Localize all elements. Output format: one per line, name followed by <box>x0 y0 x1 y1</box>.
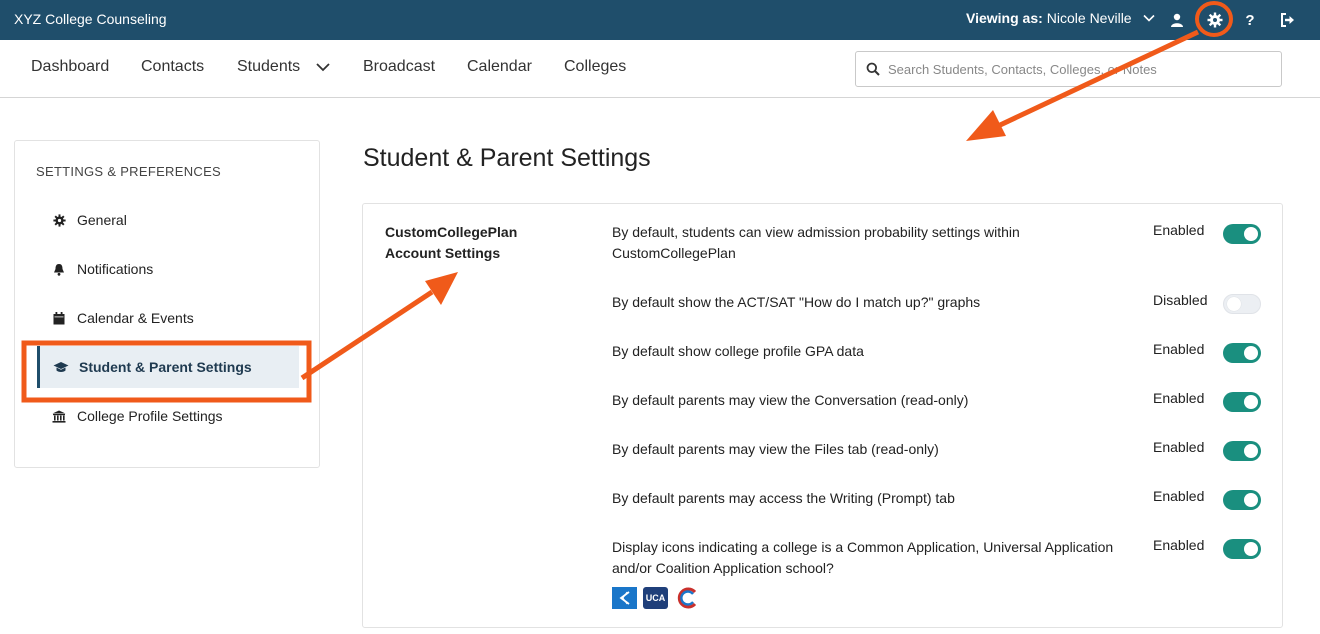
setting-description: Display icons indicating a college is a … <box>612 539 1114 576</box>
graduation-cap-icon <box>53 359 69 375</box>
viewing-as-name: Nicole Neville <box>1046 10 1132 26</box>
brand-name[interactable]: XYZ College Counseling <box>14 11 167 27</box>
gpa-data-toggle[interactable] <box>1223 343 1261 363</box>
students-chevron-down-icon[interactable] <box>315 60 331 79</box>
viewing-as-label: Viewing as: <box>966 10 1043 26</box>
top-bar: XYZ College Counseling Viewing as: Nicol… <box>0 0 1320 40</box>
setting-status: Enabled <box>1153 341 1205 357</box>
nav-students[interactable]: Students <box>237 58 300 76</box>
sidebar-item-student-parent-settings[interactable]: Student & Parent Settings <box>37 346 299 388</box>
search-box[interactable] <box>855 51 1282 87</box>
application-icons-toggle[interactable] <box>1223 539 1261 559</box>
calendar-icon <box>51 310 67 326</box>
setting-description: By default show college profile GPA data <box>612 343 864 359</box>
chevron-down-icon <box>1142 11 1156 25</box>
nav-calendar[interactable]: Calendar <box>467 58 532 76</box>
universal-app-icon: UCA <box>643 587 668 609</box>
sidebar-item-college-profile-settings[interactable]: College Profile Settings <box>37 395 299 437</box>
search-icon <box>866 62 880 76</box>
sidebar-item-label: Calendar & Events <box>77 310 194 326</box>
setting-description: By default parents may view the Conversa… <box>612 392 969 408</box>
gear-icon <box>51 212 67 228</box>
setting-status: Enabled <box>1153 488 1205 504</box>
setting-status: Disabled <box>1153 292 1208 308</box>
setting-status: Enabled <box>1153 439 1205 455</box>
parents-conversation-toggle[interactable] <box>1223 392 1261 412</box>
setting-status: Enabled <box>1153 222 1205 238</box>
setting-status: Enabled <box>1153 537 1205 553</box>
page-title: Student & Parent Settings <box>363 144 651 172</box>
search-input[interactable] <box>888 61 1268 77</box>
setting-description: By default show the ACT/SAT "How do I ma… <box>612 294 981 310</box>
application-icons: UCA <box>612 587 699 609</box>
sidebar-item-label: College Profile Settings <box>77 408 223 424</box>
sidebar-item-notifications[interactable]: Notifications <box>37 248 299 290</box>
main-nav: Dashboard Contacts Students Broadcast Ca… <box>0 40 1320 98</box>
section-label: CustomCollegePlan Account Settings <box>385 224 518 261</box>
admission-probability-toggle[interactable] <box>1223 224 1261 244</box>
bell-icon <box>51 261 67 277</box>
sidebar-item-label: Notifications <box>77 261 154 277</box>
settings-sidebar: SETTINGS & PREFERENCES General Notificat… <box>14 140 320 468</box>
nav-contacts[interactable]: Contacts <box>141 58 204 76</box>
coalition-app-icon <box>674 587 699 609</box>
setting-description: By default parents may access the Writin… <box>612 490 955 506</box>
sidebar-item-label: Student & Parent Settings <box>79 359 252 375</box>
sidebar-item-general[interactable]: General <box>37 199 299 241</box>
act-sat-graphs-toggle[interactable] <box>1223 294 1261 314</box>
setting-description: By default parents may view the Files ta… <box>612 441 939 457</box>
sidebar-item-label: General <box>77 212 127 228</box>
common-app-icon <box>612 587 637 609</box>
viewing-as-dropdown[interactable]: Viewing as: Nicole Neville <box>966 10 1156 26</box>
nav-dashboard[interactable]: Dashboard <box>31 58 109 76</box>
sidebar-item-calendar-events[interactable]: Calendar & Events <box>37 297 299 339</box>
setting-status: Enabled <box>1153 390 1205 406</box>
setting-description: By default, students can view admission … <box>612 224 1020 261</box>
gear-icon[interactable] <box>1205 10 1225 30</box>
parents-files-toggle[interactable] <box>1223 441 1261 461</box>
settings-panel: CustomCollegePlan Account Settings By de… <box>362 203 1283 628</box>
logout-icon[interactable] <box>1277 10 1297 30</box>
nav-broadcast[interactable]: Broadcast <box>363 58 435 76</box>
parents-writing-toggle[interactable] <box>1223 490 1261 510</box>
nav-colleges[interactable]: Colleges <box>564 58 626 76</box>
user-icon[interactable] <box>1167 10 1187 30</box>
institution-icon <box>51 408 67 424</box>
help-icon[interactable]: ? <box>1240 10 1260 30</box>
sidebar-heading: SETTINGS & PREFERENCES <box>36 164 222 179</box>
